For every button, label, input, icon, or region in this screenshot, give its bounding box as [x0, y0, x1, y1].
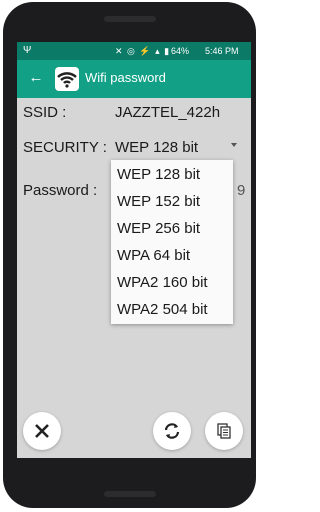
phone-frame: Ψ ✕ ◎ ⚡ ▴ ▮ 64% 5:46 PM ← Wifi password …	[3, 2, 256, 508]
password-label: Password :	[23, 182, 98, 199]
app-bar: ← Wifi password	[17, 60, 251, 98]
password-value: 9	[237, 182, 246, 199]
ssid-label: SSID :	[23, 104, 67, 121]
security-dropdown: WEP 128 bit WEP 152 bit WEP 256 bit WPA …	[111, 160, 233, 324]
speaker	[104, 491, 156, 497]
security-option[interactable]: WPA2 160 bit	[117, 274, 208, 291]
earpiece	[104, 16, 156, 22]
security-select[interactable]: WEP 128 bit	[115, 139, 198, 156]
copy-button[interactable]	[205, 412, 243, 450]
close-button[interactable]	[23, 412, 61, 450]
security-option[interactable]: WEP 256 bit	[117, 220, 200, 237]
security-option[interactable]: WPA2 504 bit	[117, 301, 208, 318]
arrow-back-icon[interactable]: ←	[26, 68, 46, 88]
refresh-icon	[164, 423, 180, 439]
status-icons: ✕ ◎ ⚡ ▴ ▮	[115, 46, 171, 56]
clock: 5:46 PM	[205, 46, 239, 56]
copy-icon	[217, 423, 231, 439]
security-option[interactable]: WEP 152 bit	[117, 193, 200, 210]
ssid-value: JAZZTEL_422h	[115, 104, 221, 121]
security-option[interactable]: WEP 128 bit	[117, 166, 200, 183]
close-icon	[35, 424, 49, 438]
usb-icon: Ψ	[23, 45, 32, 56]
battery-level: 64%	[171, 46, 190, 56]
wifi-icon	[55, 67, 79, 91]
chevron-down-icon[interactable]	[231, 143, 237, 147]
security-label: SECURITY :	[23, 139, 107, 156]
refresh-button[interactable]	[153, 412, 191, 450]
screen: Ψ ✕ ◎ ⚡ ▴ ▮ 64% 5:46 PM ← Wifi password …	[17, 42, 251, 458]
status-bar: Ψ ✕ ◎ ⚡ ▴ ▮ 64% 5:46 PM	[17, 42, 251, 60]
security-option[interactable]: WPA 64 bit	[117, 247, 190, 264]
page-title: Wifi password	[85, 70, 166, 85]
